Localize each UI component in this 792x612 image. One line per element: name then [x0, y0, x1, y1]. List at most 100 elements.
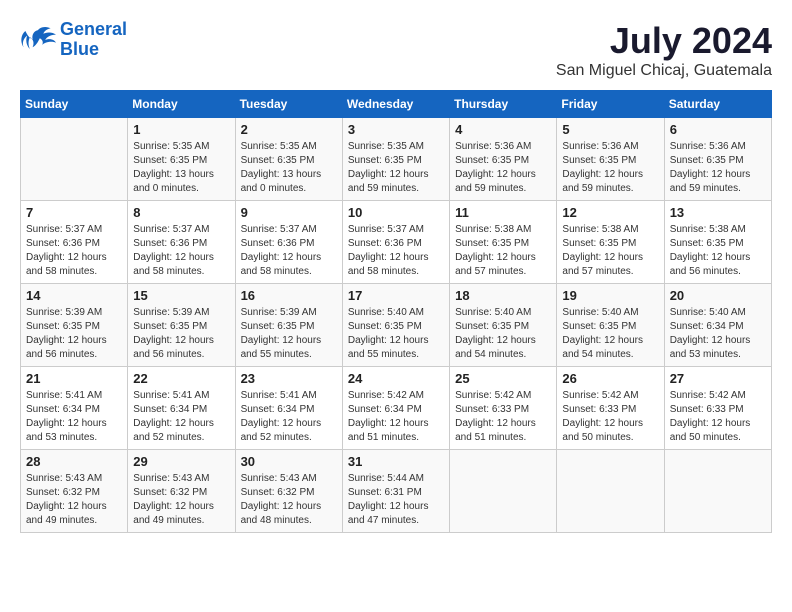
day-info: Sunrise: 5:39 AM Sunset: 6:35 PM Dayligh…	[241, 306, 337, 362]
day-number: 26	[562, 371, 658, 386]
day-info: Sunrise: 5:41 AM Sunset: 6:34 PM Dayligh…	[133, 389, 229, 445]
calendar-week-row: 1 Sunrise: 5:35 AM Sunset: 6:35 PM Daylig…	[21, 118, 772, 201]
calendar-cell: 16 Sunrise: 5:39 AM Sunset: 6:35 PM Dayli…	[235, 284, 342, 367]
calendar-body: 1 Sunrise: 5:35 AM Sunset: 6:35 PM Daylig…	[21, 118, 772, 533]
day-number: 16	[241, 288, 337, 303]
day-info: Sunrise: 5:40 AM Sunset: 6:35 PM Dayligh…	[455, 306, 551, 362]
calendar-cell: 27 Sunrise: 5:42 AM Sunset: 6:33 PM Dayli…	[664, 367, 771, 450]
header-cell-monday: Monday	[128, 91, 235, 118]
day-number: 25	[455, 371, 551, 386]
day-info: Sunrise: 5:39 AM Sunset: 6:35 PM Dayligh…	[133, 306, 229, 362]
day-number: 21	[26, 371, 122, 386]
day-number: 14	[26, 288, 122, 303]
calendar-table: SundayMondayTuesdayWednesdayThursdayFrid…	[20, 90, 772, 533]
header-cell-wednesday: Wednesday	[342, 91, 449, 118]
calendar-cell: 8Sunrise: 5:37 AM Sunset: 6:36 PM Daylig…	[128, 201, 235, 284]
day-number: 3	[348, 122, 444, 137]
day-info: Sunrise: 5:37 AM Sunset: 6:36 PM Dayligh…	[348, 223, 444, 279]
page-header: General Blue July 2024 San Miguel Chicaj…	[20, 20, 772, 80]
day-info: Sunrise: 5:38 AM Sunset: 6:35 PM Dayligh…	[670, 223, 766, 279]
day-info: Sunrise: 5:36 AM Sunset: 6:35 PM Dayligh…	[670, 140, 766, 196]
day-info: Sunrise: 5:38 AM Sunset: 6:35 PM Dayligh…	[562, 223, 658, 279]
day-number: 28	[26, 454, 122, 469]
header-cell-thursday: Thursday	[450, 91, 557, 118]
day-info: Sunrise: 5:39 AM Sunset: 6:35 PM Dayligh…	[26, 306, 122, 362]
day-number: 2	[241, 122, 337, 137]
day-number: 10	[348, 205, 444, 220]
calendar-cell: 18 Sunrise: 5:40 AM Sunset: 6:35 PM Dayli…	[450, 284, 557, 367]
calendar-cell: 28 Sunrise: 5:43 AM Sunset: 6:32 PM Dayli…	[21, 450, 128, 533]
calendar-week-row: 21 Sunrise: 5:41 AM Sunset: 6:34 PM Dayli…	[21, 367, 772, 450]
calendar-cell	[664, 450, 771, 533]
day-number: 8	[133, 205, 229, 220]
day-number: 12	[562, 205, 658, 220]
logo-text-line2: Blue	[60, 40, 127, 60]
calendar-cell: 22 Sunrise: 5:41 AM Sunset: 6:34 PM Dayli…	[128, 367, 235, 450]
logo-text-line1: General	[60, 20, 127, 40]
day-info: Sunrise: 5:43 AM Sunset: 6:32 PM Dayligh…	[133, 472, 229, 528]
day-info: Sunrise: 5:38 AM Sunset: 6:35 PM Dayligh…	[455, 223, 551, 279]
header-cell-friday: Friday	[557, 91, 664, 118]
day-number: 27	[670, 371, 766, 386]
calendar-cell: 20 Sunrise: 5:40 AM Sunset: 6:34 PM Dayli…	[664, 284, 771, 367]
calendar-cell: 14 Sunrise: 5:39 AM Sunset: 6:35 PM Dayli…	[21, 284, 128, 367]
day-number: 20	[670, 288, 766, 303]
day-number: 24	[348, 371, 444, 386]
day-info: Sunrise: 5:42 AM Sunset: 6:34 PM Dayligh…	[348, 389, 444, 445]
calendar-cell	[21, 118, 128, 201]
day-info: Sunrise: 5:42 AM Sunset: 6:33 PM Dayligh…	[562, 389, 658, 445]
header-cell-saturday: Saturday	[664, 91, 771, 118]
day-info: Sunrise: 5:36 AM Sunset: 6:35 PM Dayligh…	[455, 140, 551, 196]
day-number: 30	[241, 454, 337, 469]
header-cell-sunday: Sunday	[21, 91, 128, 118]
location-subtitle: San Miguel Chicaj, Guatemala	[556, 62, 772, 80]
calendar-cell: 13 Sunrise: 5:38 AM Sunset: 6:35 PM Dayli…	[664, 201, 771, 284]
day-number: 15	[133, 288, 229, 303]
calendar-cell: 5 Sunrise: 5:36 AM Sunset: 6:35 PM Daylig…	[557, 118, 664, 201]
day-info: Sunrise: 5:35 AM Sunset: 6:35 PM Dayligh…	[133, 140, 229, 196]
day-info: Sunrise: 5:44 AM Sunset: 6:31 PM Dayligh…	[348, 472, 444, 528]
calendar-cell: 12 Sunrise: 5:38 AM Sunset: 6:35 PM Dayli…	[557, 201, 664, 284]
day-info: Sunrise: 5:37 AM Sunset: 6:36 PM Dayligh…	[241, 223, 337, 279]
day-info: Sunrise: 5:35 AM Sunset: 6:35 PM Dayligh…	[241, 140, 337, 196]
calendar-week-row: 7 Sunrise: 5:37 AM Sunset: 6:36 PM Daylig…	[21, 201, 772, 284]
calendar-cell: 15 Sunrise: 5:39 AM Sunset: 6:35 PM Dayli…	[128, 284, 235, 367]
calendar-cell: 3Sunrise: 5:35 AM Sunset: 6:35 PM Daylig…	[342, 118, 449, 201]
day-info: Sunrise: 5:43 AM Sunset: 6:32 PM Dayligh…	[26, 472, 122, 528]
calendar-cell: 21 Sunrise: 5:41 AM Sunset: 6:34 PM Dayli…	[21, 367, 128, 450]
day-info: Sunrise: 5:41 AM Sunset: 6:34 PM Dayligh…	[241, 389, 337, 445]
day-number: 6	[670, 122, 766, 137]
day-number: 22	[133, 371, 229, 386]
calendar-cell: 2 Sunrise: 5:35 AM Sunset: 6:35 PM Daylig…	[235, 118, 342, 201]
day-number: 23	[241, 371, 337, 386]
day-number: 29	[133, 454, 229, 469]
calendar-header: SundayMondayTuesdayWednesdayThursdayFrid…	[21, 91, 772, 118]
calendar-cell: 11 Sunrise: 5:38 AM Sunset: 6:35 PM Dayli…	[450, 201, 557, 284]
calendar-cell: 29 Sunrise: 5:43 AM Sunset: 6:32 PM Dayli…	[128, 450, 235, 533]
calendar-cell: 17 Sunrise: 5:40 AM Sunset: 6:35 PM Dayli…	[342, 284, 449, 367]
day-info: Sunrise: 5:41 AM Sunset: 6:34 PM Dayligh…	[26, 389, 122, 445]
day-number: 13	[670, 205, 766, 220]
day-number: 11	[455, 205, 551, 220]
logo: General Blue	[20, 20, 127, 60]
calendar-cell: 4 Sunrise: 5:36 AM Sunset: 6:35 PM Daylig…	[450, 118, 557, 201]
calendar-cell: 30Sunrise: 5:43 AM Sunset: 6:32 PM Dayli…	[235, 450, 342, 533]
day-info: Sunrise: 5:42 AM Sunset: 6:33 PM Dayligh…	[670, 389, 766, 445]
day-number: 18	[455, 288, 551, 303]
header-cell-tuesday: Tuesday	[235, 91, 342, 118]
day-info: Sunrise: 5:40 AM Sunset: 6:35 PM Dayligh…	[562, 306, 658, 362]
day-info: Sunrise: 5:36 AM Sunset: 6:35 PM Dayligh…	[562, 140, 658, 196]
day-number: 17	[348, 288, 444, 303]
day-info: Sunrise: 5:40 AM Sunset: 6:35 PM Dayligh…	[348, 306, 444, 362]
calendar-cell: 9Sunrise: 5:37 AM Sunset: 6:36 PM Daylig…	[235, 201, 342, 284]
calendar-cell: 1 Sunrise: 5:35 AM Sunset: 6:35 PM Daylig…	[128, 118, 235, 201]
day-number: 19	[562, 288, 658, 303]
calendar-cell: 31Sunrise: 5:44 AM Sunset: 6:31 PM Dayli…	[342, 450, 449, 533]
day-number: 1	[133, 122, 229, 137]
day-number: 7	[26, 205, 122, 220]
day-info: Sunrise: 5:40 AM Sunset: 6:34 PM Dayligh…	[670, 306, 766, 362]
day-number: 5	[562, 122, 658, 137]
day-info: Sunrise: 5:37 AM Sunset: 6:36 PM Dayligh…	[26, 223, 122, 279]
day-number: 4	[455, 122, 551, 137]
calendar-cell: 23 Sunrise: 5:41 AM Sunset: 6:34 PM Dayli…	[235, 367, 342, 450]
